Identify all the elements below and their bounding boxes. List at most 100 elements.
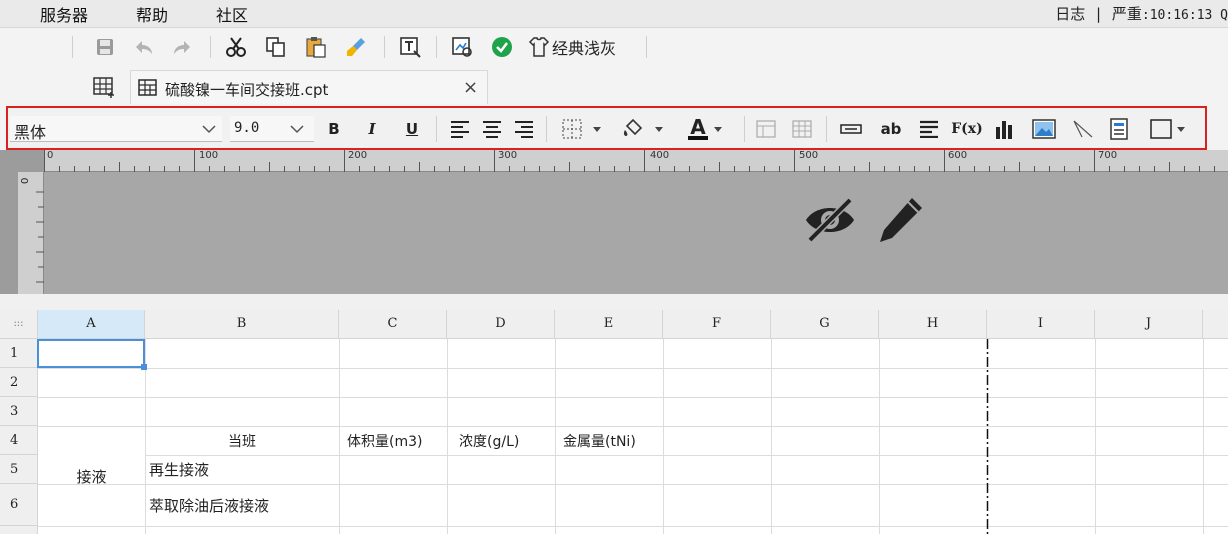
preview-icon (452, 37, 472, 57)
font-color-glyph: A (688, 115, 708, 140)
column-header-c[interactable]: C (339, 310, 447, 339)
underline-button[interactable]: U (400, 116, 424, 142)
log-link[interactable]: 日志 (1055, 5, 1085, 23)
copy-button[interactable] (262, 34, 290, 60)
redo-icon (174, 41, 190, 54)
column-header-a[interactable]: A (38, 310, 145, 339)
cell-b4[interactable]: 当班 (145, 426, 339, 455)
bold-button[interactable]: B (322, 116, 346, 142)
font-family-value: 黑体 (14, 123, 47, 142)
ruler-tick-marks (44, 150, 1215, 172)
theme-label: 经典浅灰 (552, 39, 617, 58)
row-header-2[interactable]: 2 (0, 368, 38, 397)
status-time: :10:16:13 Q (1141, 8, 1228, 23)
font-family-select[interactable]: 黑体 (10, 116, 222, 142)
column-header-i[interactable]: I (987, 310, 1095, 339)
align-center-button[interactable] (480, 116, 504, 142)
row-header-4[interactable]: 4 (0, 426, 38, 455)
split-icon (792, 120, 812, 138)
cut-button[interactable] (222, 34, 250, 60)
main-toolbar: 经典浅灰 (0, 28, 1228, 66)
row-header-7[interactable] (0, 526, 38, 534)
select-all-corner[interactable]: ::: (0, 310, 38, 339)
undo-icon (136, 41, 152, 54)
split-cells-button[interactable] (790, 116, 814, 142)
column-header-b[interactable]: B (145, 310, 339, 339)
row-header-6[interactable]: 6 (0, 484, 38, 526)
insert-image-button[interactable] (1030, 116, 1058, 142)
separator-strip (0, 294, 1228, 310)
column-header-j[interactable]: J (1095, 310, 1203, 339)
font-size-select[interactable]: 9.0 (230, 116, 314, 142)
cell-c4[interactable]: 体积量(m3) (339, 426, 447, 455)
paste-icon (306, 37, 326, 58)
cell-d4[interactable]: 浓度(g/L) (447, 426, 555, 455)
file-tab[interactable]: 硫酸镍一车间交接班.cpt × (130, 70, 488, 104)
column-header-e[interactable]: E (555, 310, 663, 339)
italic-button[interactable]: I (360, 116, 384, 142)
preview-button[interactable] (448, 34, 476, 60)
ruler-label: 700 (1098, 150, 1118, 161)
rich-text-button[interactable] (916, 116, 942, 142)
theme-button[interactable]: 经典浅灰 (528, 34, 638, 60)
eye-slash-icon[interactable] (802, 192, 858, 246)
font-color-button[interactable]: A (682, 116, 734, 142)
chevron-down-icon (713, 127, 722, 132)
border-button[interactable] (560, 116, 606, 142)
align-center-icon (483, 121, 501, 138)
column-header-g[interactable]: G (771, 310, 879, 339)
fill-color-button[interactable] (620, 116, 668, 142)
fill-handle[interactable] (141, 364, 147, 370)
paste-button[interactable] (302, 34, 330, 60)
report-header-area[interactable] (44, 172, 1228, 294)
border-box-icon (1150, 119, 1185, 139)
column-header-f[interactable]: F (663, 310, 771, 339)
row-header-5[interactable]: 5 (0, 455, 38, 484)
insert-text-button[interactable]: ab (878, 116, 904, 142)
text-frame-button[interactable] (396, 34, 424, 60)
status-separator: | (1096, 5, 1102, 23)
paint-bucket-icon (623, 118, 663, 136)
menu-server[interactable]: 服务器 (40, 2, 88, 26)
insert-subreport-button[interactable] (1106, 116, 1132, 142)
column-header-d[interactable]: D (447, 310, 555, 339)
tab-close-button[interactable]: × (463, 77, 478, 98)
align-left-button[interactable] (448, 116, 472, 142)
cell-a4-merged[interactable]: 接液 (38, 426, 145, 526)
grid-add-icon (93, 77, 114, 98)
severity-label[interactable]: 严重 (1112, 5, 1142, 23)
row-header-1[interactable]: 1 (0, 339, 38, 368)
cell-border-button[interactable] (1148, 116, 1192, 142)
merge-cells-button[interactable] (754, 116, 778, 142)
cell-b5[interactable]: 再生接液 (145, 455, 339, 484)
insert-text-field-button[interactable] (838, 116, 864, 142)
format-painter-button[interactable] (342, 34, 370, 60)
row-header-3[interactable]: 3 (0, 397, 38, 426)
bar-chart-icon (996, 121, 1012, 139)
undo-button[interactable] (130, 34, 156, 60)
ruler-label: 600 (948, 150, 968, 161)
text-frame-icon (400, 37, 421, 58)
save-icon (97, 39, 113, 55)
slash-icon (1073, 120, 1093, 138)
pencil-icon[interactable] (876, 194, 928, 246)
insert-chart-button[interactable] (992, 116, 1018, 142)
redo-button[interactable] (170, 34, 196, 60)
insert-slash-button[interactable] (1070, 116, 1096, 142)
cell-a1[interactable] (37, 339, 147, 370)
check-button[interactable] (488, 34, 516, 60)
cell-e4[interactable]: 金属量(tNi) (555, 426, 663, 455)
menu-community[interactable]: 社区 (216, 2, 248, 26)
align-right-button[interactable] (512, 116, 536, 142)
save-button[interactable] (92, 34, 118, 60)
column-header-next[interactable] (1203, 310, 1228, 339)
check-circle-icon (492, 37, 512, 57)
vertical-ruler-ticks (36, 191, 44, 283)
new-report-button[interactable] (92, 76, 118, 100)
formula-button[interactable]: F(x) (951, 116, 983, 142)
cell-b6[interactable]: 萃取除油后液接液 (145, 484, 339, 526)
ruler-label: 0 (47, 150, 54, 161)
column-header-h[interactable]: H (879, 310, 987, 339)
menu-help[interactable]: 帮助 (136, 2, 168, 26)
shirt-icon (528, 37, 550, 57)
